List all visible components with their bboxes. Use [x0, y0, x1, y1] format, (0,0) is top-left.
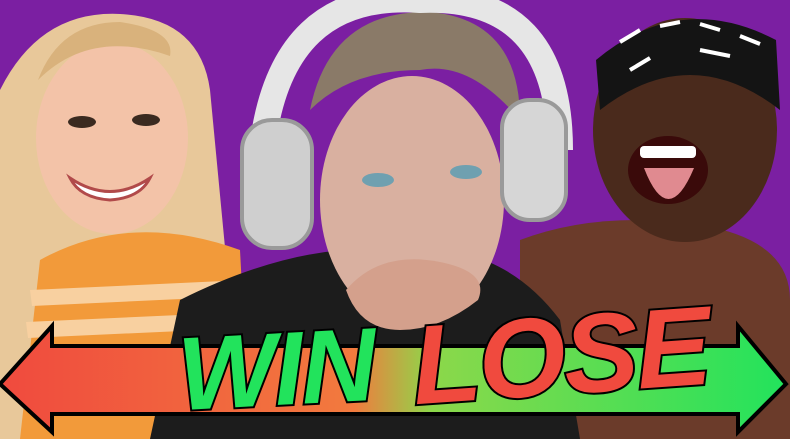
left-person-eye-right — [132, 114, 160, 126]
right-person-teeth — [640, 146, 696, 158]
left-person-face — [36, 42, 188, 234]
center-person-eye-right — [450, 165, 482, 179]
center-person-headset-right-cup — [500, 98, 568, 222]
lose-caption: LOSE — [406, 281, 715, 430]
center-person-headset-left-cup — [240, 118, 314, 250]
center-person-eye-left — [362, 173, 394, 187]
win-caption: WIN — [173, 305, 379, 435]
left-person-eye-left — [68, 116, 96, 128]
